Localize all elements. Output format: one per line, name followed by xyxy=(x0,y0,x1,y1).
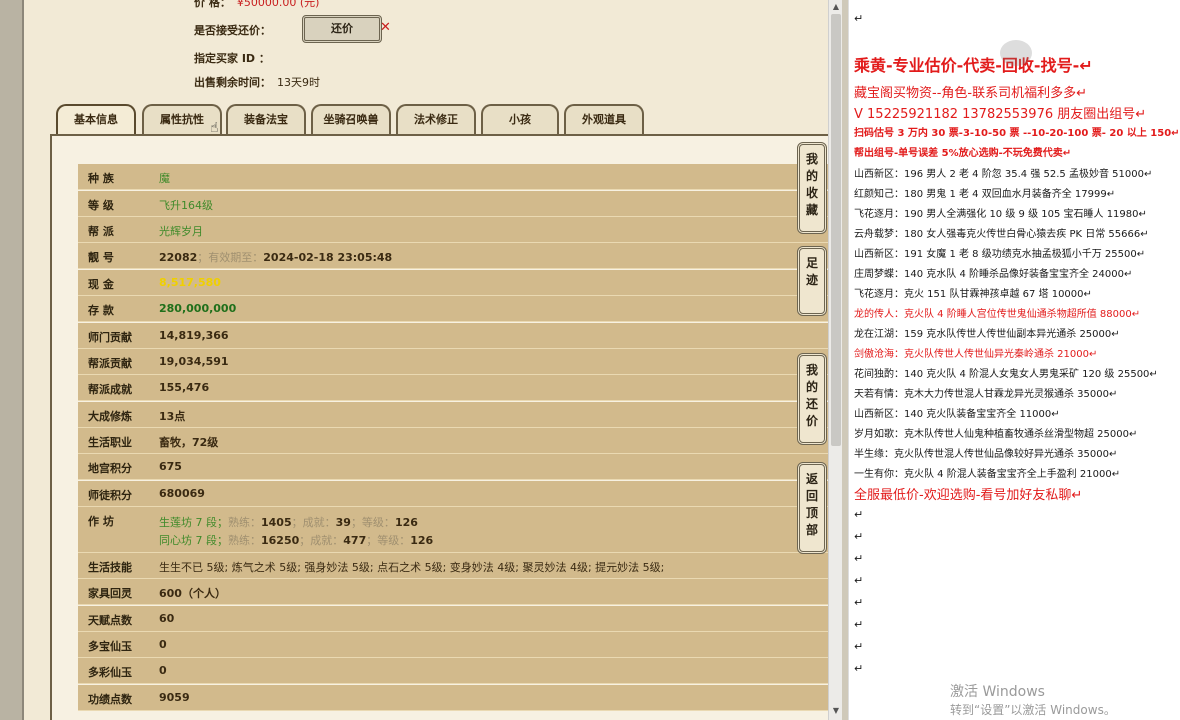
doc-line: 半生缘：克火队传世混人传世仙品像较好异光通杀 35000↵ xyxy=(854,449,1118,460)
info-row: 生活技能 生生不已 5级; 炼气之术 5级; 强身妙法 5级; 点石之术 5级; … xyxy=(78,553,828,579)
guild-value: 光辉岁月 xyxy=(159,225,203,238)
tab-equipment[interactable]: 装备法宝 xyxy=(226,104,306,136)
info-row: 现 金 8,517,580 xyxy=(78,270,828,296)
doc-line: 岁月如歌：克木队传世人仙鬼种植畜牧通杀丝滑型物超 25000↵ xyxy=(854,429,1138,440)
doc-line: 山西新区：196 男人 2 老 4 阶忽 35.4 强 52.5 孟极妙音 51… xyxy=(854,169,1153,180)
info-row: 多彩仙玉 0 xyxy=(78,658,828,684)
info-row: 师门贡献 14,819,366 xyxy=(78,323,828,349)
info-row: 帮派成就 155,476 xyxy=(78,375,828,401)
info-row: 天赋点数 60 xyxy=(78,606,828,632)
remaining-time-label: 出售剩余时间： xyxy=(194,76,271,89)
my-counter-offers-button[interactable]: 我的还价 xyxy=(797,353,827,445)
price-value: ¥50000.00 (元) xyxy=(236,0,320,9)
price-row: 价 格： ¥50000.00 (元) xyxy=(194,0,319,10)
workshop-line-2: 同心坊 7 段；熟练：16250；成就：477；等级：126 xyxy=(159,534,434,547)
info-row: 家具回灵 600（个人） xyxy=(78,579,828,605)
doc-line: ↵ xyxy=(854,508,864,521)
info-row: 功绩点数 9059 xyxy=(78,685,828,711)
info-row: 等 级飞升164级 xyxy=(78,191,828,217)
doc-line: 帮出组号-单号误差 5%放心选购-不玩免费代卖↵ xyxy=(854,148,1072,159)
cash-value: 8,517,580 xyxy=(159,276,221,289)
doc-line: 山西新区：140 克火队装备宝宝齐全 11000↵ xyxy=(854,409,1060,420)
vertical-scrollbar[interactable]: ▲ ▼ xyxy=(828,0,842,720)
life-skills-value: 生生不已 5级; 炼气之术 5级; 强身妙法 5级; 点石之术 5级; 变身妙法… xyxy=(159,561,665,574)
tab-mounts-pets[interactable]: 坐骑召唤兽 xyxy=(311,104,391,136)
deposit-value: 280,000,000 xyxy=(159,302,237,315)
doc-line: 红颜知己：180 男鬼 1 老 4 双回血水月装备齐全 17999↵ xyxy=(854,189,1116,200)
info-row: 地宫积分 675 xyxy=(78,454,828,480)
doc-line: 飞花逐月：克火 151 队甘霖神孩卓越 67 塔 10000↵ xyxy=(854,289,1092,300)
info-row: 大成修炼 13点 xyxy=(78,402,828,428)
level-value: 飞升164级 xyxy=(159,199,213,212)
counter-offer-label: 是否接受还价： xyxy=(194,24,271,37)
scroll-up-icon[interactable]: ▲ xyxy=(829,2,843,14)
doc-line: 龙在江湖：159 克水队传世人传世仙副本异光通杀 25000↵ xyxy=(854,329,1120,340)
left-window-edge xyxy=(0,0,24,720)
workshop-row: 作 坊 生莲坊 7 段；熟练：1405；成就：39；等级：126 同心坊 7 段… xyxy=(78,507,828,553)
doc-line: ↵ xyxy=(854,662,864,675)
doc-line: ↵ xyxy=(854,574,864,587)
scroll-down-icon[interactable]: ▼ xyxy=(829,706,843,718)
race-value: 魔 xyxy=(159,172,170,185)
doc-line: ↵ xyxy=(854,596,864,609)
logo-watermark-icon xyxy=(1000,40,1032,66)
doc-line: 云舟载梦：180 女人强毒克火传世白骨心猿去疾 PK 日常 55666↵ xyxy=(854,229,1149,240)
close-icon[interactable]: ✕ xyxy=(380,20,391,35)
buyer-id-label: 指定买家 ID ： xyxy=(194,52,270,65)
doc-line: 山西新区：191 女魔 1 老 8 级功绩克水抽孟极狐小千万 25500↵ xyxy=(854,249,1146,260)
info-row: 靓 号 22082；有效期至：2024-02-18 23:05:48 xyxy=(78,243,828,269)
counter-offer-row: 是否接受还价： xyxy=(194,22,271,38)
buyer-id-row: 指定买家 ID ： xyxy=(194,50,270,66)
doc-line: 花间独酌：140 克火队 4 阶混人女鬼女人男鬼采矿 120 级 25500↵ xyxy=(854,369,1158,380)
back-to-top-button[interactable]: 返回顶部 xyxy=(797,462,827,554)
text-document[interactable]: ↵ 乘黄-专业估价-代卖-回收-找号-↵ 藏宝阁买物资--角色-联系司机福利多多… xyxy=(848,0,1180,720)
info-row: 存 款 280,000,000 xyxy=(78,296,828,322)
price-label: 价 格： xyxy=(194,0,231,9)
doc-line: 龙的传人：克火队 4 阶睡人宫位传世鬼仙通杀物超所值 88000↵ xyxy=(854,309,1141,320)
footprints-button[interactable]: 足迹 xyxy=(797,246,827,316)
doc-line: ↵ xyxy=(854,552,864,565)
windows-activation-hint: 转到“设置”以激活 Windows。 xyxy=(950,703,1116,717)
remaining-time-row: 出售剩余时间： 13天9时 xyxy=(194,74,320,90)
doc-line: ↵ xyxy=(854,618,864,631)
info-row: 多宝仙玉 0 xyxy=(78,632,828,658)
tab-spell-mods[interactable]: 法术修正 xyxy=(396,104,476,136)
tab-basic-info[interactable]: 基本信息 xyxy=(56,104,136,136)
vanity-id-value: 22082；有效期至：2024-02-18 23:05:48 xyxy=(159,251,393,264)
doc-line: 藏宝阁买物资--角色-联系司机福利多多↵ xyxy=(854,86,1087,101)
info-row: 师徒积分 680069 xyxy=(78,481,828,507)
remaining-time-value: 13天9时 xyxy=(277,76,320,89)
info-row: 帮派贡献 19,034,591 xyxy=(78,349,828,375)
windows-activation-watermark: 激活 Windows xyxy=(950,684,1045,700)
workshop-line-1: 生莲坊 7 段；熟练：1405；成就：39；等级：126 xyxy=(159,516,418,529)
trading-window: 价 格： ¥50000.00 (元) 是否接受还价： 还价 ✕ 指定买家 ID ：… xyxy=(0,0,848,720)
doc-line: 飞花逐月：190 男人全满强化 10 级 9 级 105 宝石睡人 11980↵ xyxy=(854,209,1147,220)
doc-line: 一生有你：克火队 4 阶混人装备宝宝齐全上手盈利 21000↵ xyxy=(854,469,1121,480)
doc-line: 庄周梦蝶：140 克水队 4 阶睡杀品像好装备宝宝齐全 24000↵ xyxy=(854,269,1133,280)
doc-line: ↵ xyxy=(854,12,864,25)
doc-line: 全服最低价-欢迎选购-看号加好友私聊↵ xyxy=(854,488,1083,503)
doc-line: ↵ xyxy=(854,530,864,543)
info-row: 帮 派光辉岁月 xyxy=(78,217,828,243)
scroll-thumb[interactable] xyxy=(831,14,841,446)
my-favorites-button[interactable]: 我的收藏 xyxy=(797,142,827,234)
tab-child[interactable]: 小孩 xyxy=(481,104,559,136)
doc-line: ↵ xyxy=(854,640,864,653)
info-row: 种 族魔 xyxy=(78,164,828,190)
doc-headline: 乘黄-专业估价-代卖-回收-找号-↵ xyxy=(854,56,1093,75)
doc-contact-line: V 15225921182 13782553976 朋友圈出组号↵ xyxy=(854,107,1147,122)
doc-line: 剑傲沧海：克火队传世人传世仙异光秦岭通杀 21000↵ xyxy=(854,349,1098,360)
doc-line: 扫码估号 3 万内 30 票-3-10-50 票 --10-20-100 票- … xyxy=(854,128,1180,139)
tab-appearance[interactable]: 外观道具 xyxy=(564,104,644,136)
counter-offer-button[interactable]: 还价 xyxy=(302,15,382,43)
info-row: 生活职业 畜牧，72级 xyxy=(78,428,828,454)
doc-line: 天若有情：克木大力传世混人甘霖龙异光灵猴通杀 35000↵ xyxy=(854,389,1118,400)
